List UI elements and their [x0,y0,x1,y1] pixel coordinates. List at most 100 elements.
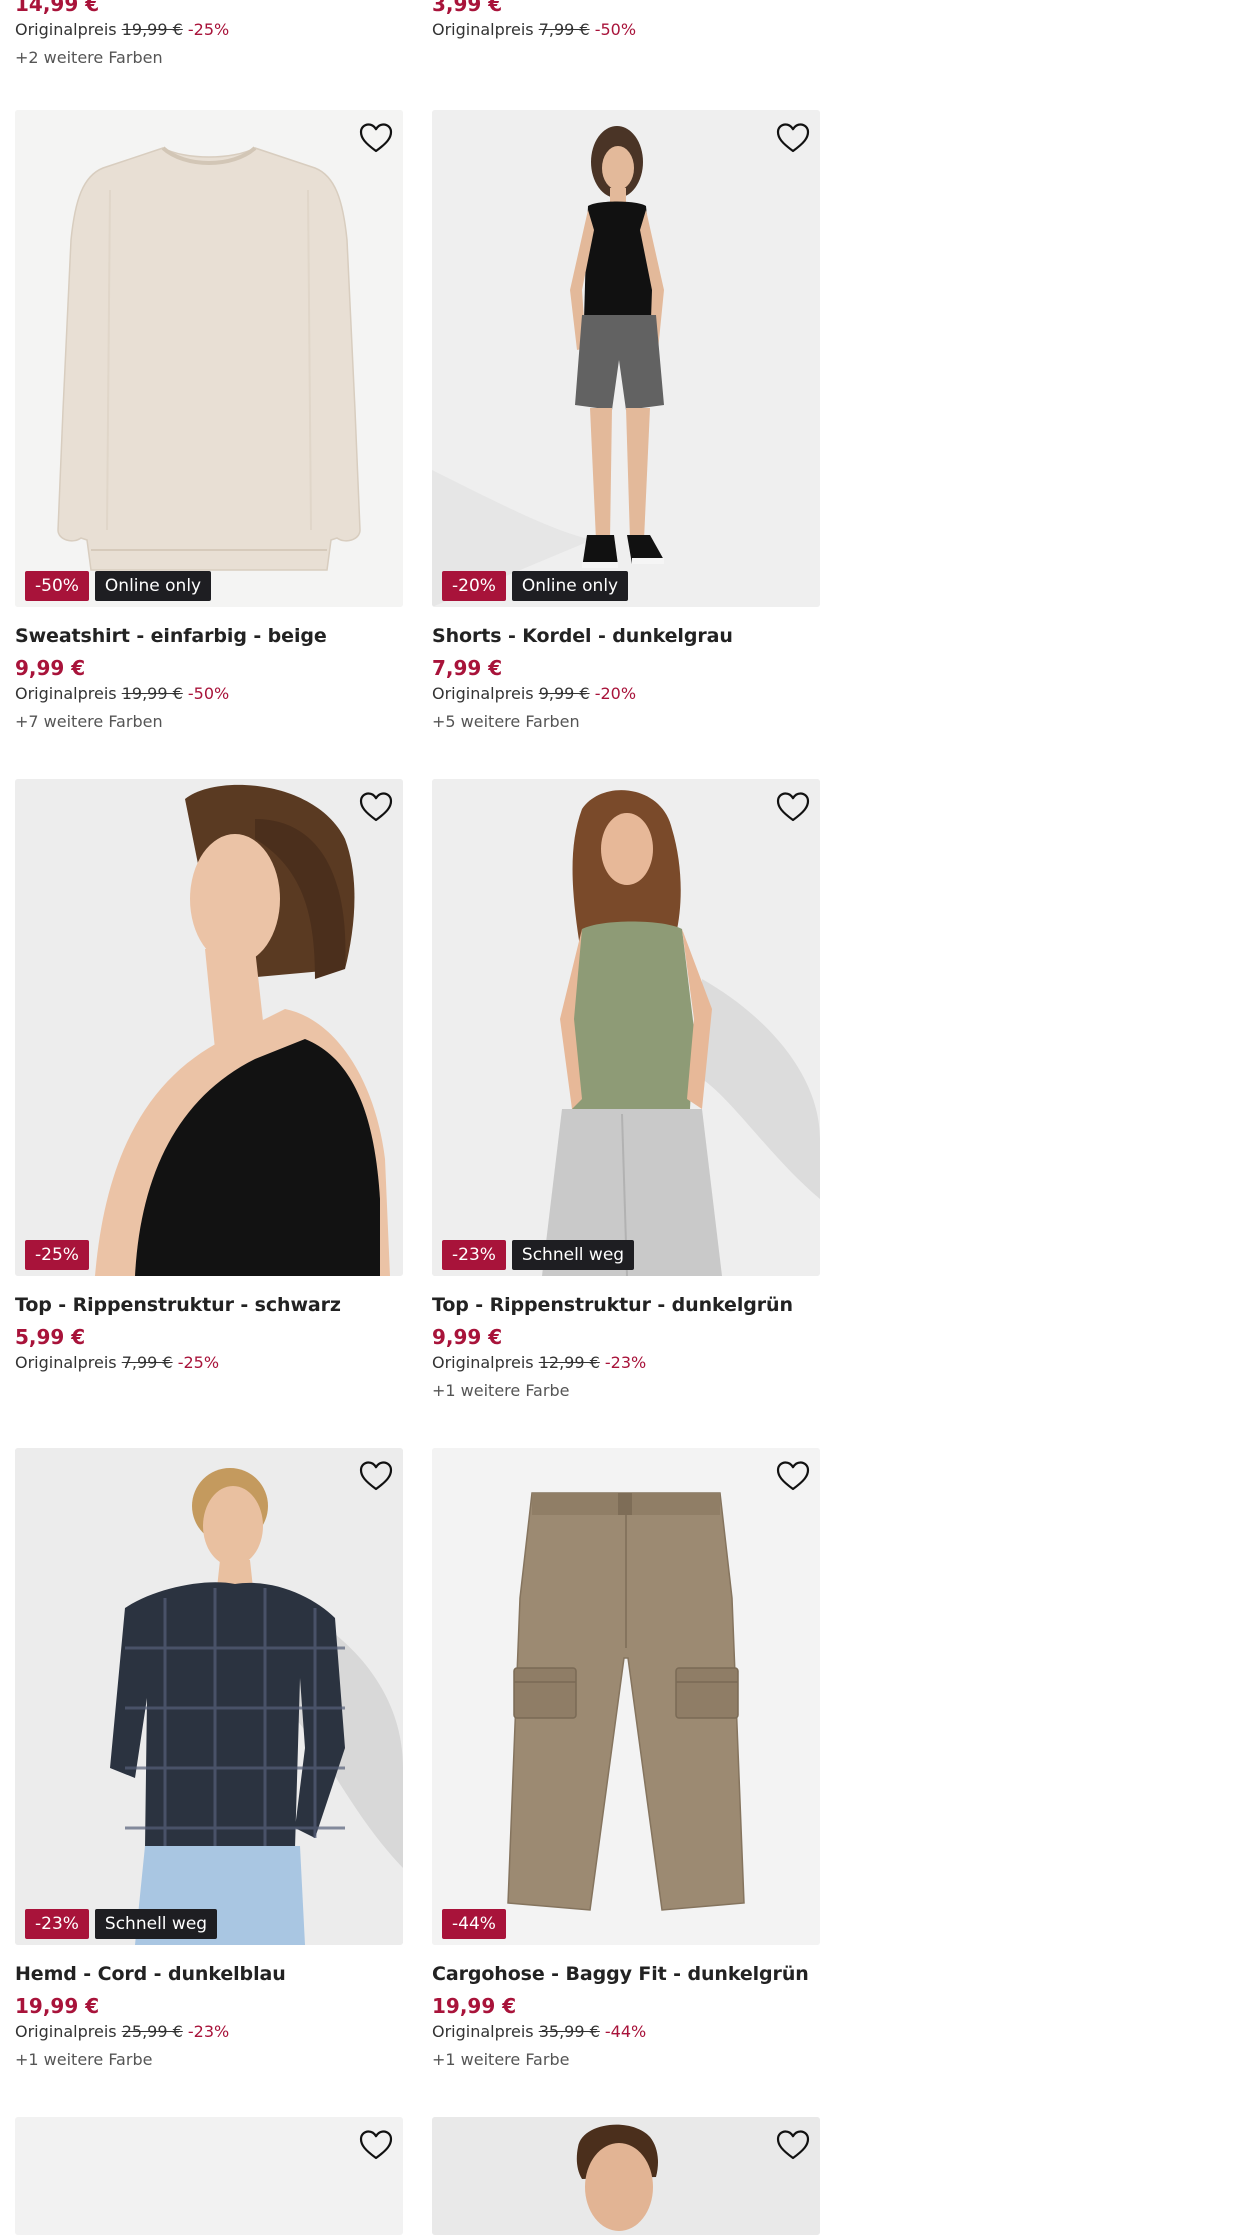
wishlist-heart-icon[interactable] [776,791,810,823]
discount-percent: -25% [187,20,230,39]
product-price: 19,99 € [432,1994,517,2018]
original-price-line: Originalpreis 7,99 € -50% [432,20,820,39]
discount-percent: -44% [604,2022,647,2041]
product-image[interactable]: -44% [432,1448,820,1945]
product-card[interactable]: -23% Schnell weg Top - Rippenstruktur - … [432,779,820,1400]
man-checked-shirt-image [15,1448,403,1945]
more-colors-link[interactable]: +7 weitere Farben [15,712,403,731]
discount-percent: -20% [594,684,637,703]
original-price-label: Originalpreis [15,2022,117,2041]
product-title[interactable]: Cargohose - Baggy Fit - dunkelgrün [432,1963,820,1985]
product-image[interactable]: -50% Online only [15,110,403,607]
original-price-line: Originalpreis 25,99 € -23% [15,2022,403,2041]
original-price-line: Originalpreis 7,99 € -25% [15,1353,403,1372]
discount-badge: -44% [442,1909,506,1939]
more-colors-link[interactable]: +5 weitere Farben [432,712,820,731]
original-price-line: Originalpreis 19,99 € -25% [15,20,403,39]
product-image[interactable]: -25% [15,779,403,1276]
discount-percent: -23% [187,2022,230,2041]
product-price: 9,99 € [432,1325,503,1349]
original-price-label: Originalpreis [15,1353,117,1372]
product-card[interactable]: -20% Online only Shorts - Kordel - dunke… [432,110,820,731]
beige-sweatshirt-image [15,110,403,607]
product-price: 9,99 € [15,656,86,680]
badge-group: -23% Schnell weg [25,1909,218,1939]
info-badge: Schnell weg [511,1240,635,1270]
discount-badge: -50% [25,571,89,601]
more-colors-link[interactable]: +2 weitere Farben [15,48,403,67]
more-colors-link[interactable]: +1 weitere Farbe [432,2050,820,2069]
badge-group: -44% [442,1909,506,1939]
original-price-line: Originalpreis 12,99 € -23% [432,1353,820,1372]
product-price: 7,99 € [432,656,503,680]
product-card[interactable]: -50% Online only Sweatshirt - einfarbig … [15,110,403,731]
discount-badge: -23% [442,1240,506,1270]
discount-percent: -50% [594,20,637,39]
badge-group: -23% Schnell weg [442,1240,635,1270]
discount-percent: -23% [604,1353,647,1372]
original-price: 12,99 € [538,1353,600,1372]
badge-group: -25% [25,1240,89,1270]
product-card[interactable]: -44% Cargohose - Baggy Fit - dunkelgrün … [432,1448,820,2069]
more-colors-link[interactable]: +1 weitere Farbe [432,1381,820,1400]
original-price: 35,99 € [538,2022,600,2041]
wishlist-heart-icon[interactable] [359,2129,393,2161]
product-card-partial[interactable]: 14,99 € Originalpreis 19,99 € -25% +2 we… [15,0,403,67]
product-title[interactable]: Top - Rippenstruktur - dunkelgrün [432,1294,820,1316]
discount-badge: -25% [25,1240,89,1270]
woman-grey-shorts-image [432,110,820,607]
product-price: 5,99 € [15,1325,86,1349]
woman-black-top-image [15,779,403,1276]
more-colors-link[interactable]: +1 weitere Farbe [15,2050,403,2069]
product-title[interactable]: Sweatshirt - einfarbig - beige [15,625,403,647]
original-price-label: Originalpreis [15,684,117,703]
product-card[interactable]: -25% Top - Rippenstruktur - schwarz 5,99… [15,779,403,1372]
product-title[interactable]: Top - Rippenstruktur - schwarz [15,1294,403,1316]
discount-percent: -25% [177,1353,220,1372]
original-price-label: Originalpreis [432,684,534,703]
product-title[interactable]: Shorts - Kordel - dunkelgrau [432,625,820,647]
info-badge: Online only [511,571,629,601]
product-image[interactable]: -23% Schnell weg [15,1448,403,1945]
info-badge: Schnell weg [94,1909,218,1939]
badge-group: -50% Online only [25,571,212,601]
product-image[interactable] [15,2117,403,2235]
wishlist-heart-icon[interactable] [776,2129,810,2161]
product-image[interactable]: -20% Online only [432,110,820,607]
original-price: 7,99 € [538,20,590,39]
wishlist-heart-icon[interactable] [776,122,810,154]
product-card[interactable]: -23% Schnell weg Hemd - Cord - dunkelbla… [15,1448,403,2069]
original-price: 25,99 € [121,2022,183,2041]
info-badge: Online only [94,571,212,601]
original-price: 7,99 € [121,1353,173,1372]
wishlist-heart-icon[interactable] [776,1460,810,1492]
product-card[interactable] [15,2117,403,2235]
cargo-pants-image [432,1448,820,1945]
wishlist-heart-icon[interactable] [359,1460,393,1492]
discount-percent: -50% [187,684,230,703]
product-card-partial[interactable]: 3,99 € Originalpreis 7,99 € -50% [432,0,820,39]
original-price-label: Originalpreis [15,20,117,39]
original-price-label: Originalpreis [432,20,534,39]
original-price: 19,99 € [121,20,183,39]
woman-green-top-image [432,779,820,1276]
product-price: 19,99 € [15,1994,100,2018]
product-card[interactable] [432,2117,820,2235]
product-image[interactable] [432,2117,820,2235]
original-price-line: Originalpreis 9,99 € -20% [432,684,820,703]
product-price: 14,99 € [15,0,100,16]
product-price: 3,99 € [432,0,503,16]
original-price: 19,99 € [121,684,183,703]
wishlist-heart-icon[interactable] [359,122,393,154]
wishlist-heart-icon[interactable] [359,791,393,823]
original-price-label: Originalpreis [432,2022,534,2041]
original-price-line: Originalpreis 19,99 € -50% [15,684,403,703]
discount-badge: -23% [25,1909,89,1939]
original-price-label: Originalpreis [432,1353,534,1372]
badge-group: -20% Online only [442,571,629,601]
product-title[interactable]: Hemd - Cord - dunkelblau [15,1963,403,1985]
discount-badge: -20% [442,571,506,601]
original-price: 9,99 € [538,684,590,703]
man-portrait-image [432,2117,820,2235]
product-image[interactable]: -23% Schnell weg [432,779,820,1276]
